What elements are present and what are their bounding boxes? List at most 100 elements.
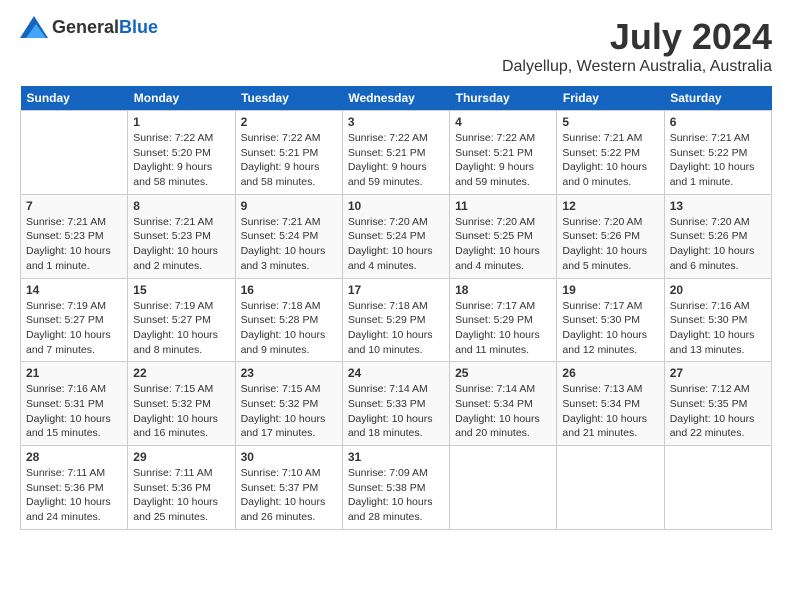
day-number: 14 — [26, 283, 122, 297]
day-info: Sunrise: 7:21 AM Sunset: 5:22 PM Dayligh… — [670, 131, 766, 190]
day-info: Sunrise: 7:11 AM Sunset: 5:36 PM Dayligh… — [133, 466, 229, 525]
day-info: Sunrise: 7:17 AM Sunset: 5:30 PM Dayligh… — [562, 299, 658, 358]
day-info: Sunrise: 7:13 AM Sunset: 5:34 PM Dayligh… — [562, 382, 658, 441]
calendar-cell: 30Sunrise: 7:10 AM Sunset: 5:37 PM Dayli… — [235, 446, 342, 530]
calendar-cell: 5 Sunrise: 7:21 AM Sunset: 5:22 PM Daylig… — [557, 111, 664, 195]
calendar-table: SundayMondayTuesdayWednesdayThursdayFrid… — [20, 86, 772, 530]
day-number: 3 — [348, 115, 444, 129]
day-info: Sunrise: 7:12 AM Sunset: 5:35 PM Dayligh… — [670, 382, 766, 441]
day-info: Sunrise: 7:20 AM Sunset: 5:24 PM Dayligh… — [348, 215, 444, 274]
day-info: Sunrise: 7:17 AM Sunset: 5:29 PM Dayligh… — [455, 299, 551, 358]
day-number: 15 — [133, 283, 229, 297]
day-info: Sunrise: 7:15 AM Sunset: 5:32 PM Dayligh… — [241, 382, 337, 441]
calendar-cell: 15 Sunrise: 7:19 AM Sunset: 5:27 PM Dayli… — [128, 278, 235, 362]
day-number: 16 — [241, 283, 337, 297]
day-info: Sunrise: 7:20 AM Sunset: 5:25 PM Dayligh… — [455, 215, 551, 274]
day-info: Sunrise: 7:18 AM Sunset: 5:28 PM Dayligh… — [241, 299, 337, 358]
day-of-week-header: Friday — [557, 86, 664, 111]
day-info: Sunrise: 7:19 AM Sunset: 5:27 PM Dayligh… — [26, 299, 122, 358]
day-number: 1 — [133, 115, 229, 129]
calendar-cell: 18 Sunrise: 7:17 AM Sunset: 5:29 PM Dayli… — [450, 278, 557, 362]
calendar-cell: 14 Sunrise: 7:19 AM Sunset: 5:27 PM Dayli… — [21, 278, 128, 362]
day-number: 20 — [670, 283, 766, 297]
day-number: 5 — [562, 115, 658, 129]
calendar-cell: 20 Sunrise: 7:16 AM Sunset: 5:30 PM Dayli… — [664, 278, 771, 362]
day-info: Sunrise: 7:22 AM Sunset: 5:20 PM Dayligh… — [133, 131, 229, 190]
title-area: July 2024 Dalyellup, Western Australia, … — [502, 16, 772, 76]
calendar-cell: 24Sunrise: 7:14 AM Sunset: 5:33 PM Dayli… — [342, 362, 449, 446]
day-info: Sunrise: 7:11 AM Sunset: 5:36 PM Dayligh… — [26, 466, 122, 525]
day-number: 30 — [241, 450, 337, 464]
day-number: 12 — [562, 199, 658, 213]
day-number: 11 — [455, 199, 551, 213]
calendar-cell — [450, 446, 557, 530]
calendar-cell: 25Sunrise: 7:14 AM Sunset: 5:34 PM Dayli… — [450, 362, 557, 446]
day-info: Sunrise: 7:22 AM Sunset: 5:21 PM Dayligh… — [455, 131, 551, 190]
calendar-cell: 27Sunrise: 7:12 AM Sunset: 5:35 PM Dayli… — [664, 362, 771, 446]
day-number: 26 — [562, 366, 658, 380]
day-number: 17 — [348, 283, 444, 297]
calendar-cell: 26 Sunrise: 7:13 AM Sunset: 5:34 PM Dayli… — [557, 362, 664, 446]
calendar-cell: 22 Sunrise: 7:15 AM Sunset: 5:32 PM Dayli… — [128, 362, 235, 446]
calendar-cell: 2Sunrise: 7:22 AM Sunset: 5:21 PM Daylig… — [235, 111, 342, 195]
calendar-week-row: 28 Sunrise: 7:11 AM Sunset: 5:36 PM Dayli… — [21, 446, 772, 530]
calendar-cell: 21 Sunrise: 7:16 AM Sunset: 5:31 PM Dayli… — [21, 362, 128, 446]
day-number: 4 — [455, 115, 551, 129]
day-number: 31 — [348, 450, 444, 464]
logo-blue: Blue — [119, 17, 158, 37]
calendar-cell: 28 Sunrise: 7:11 AM Sunset: 5:36 PM Dayli… — [21, 446, 128, 530]
day-number: 22 — [133, 366, 229, 380]
day-number: 29 — [133, 450, 229, 464]
day-of-week-header: Wednesday — [342, 86, 449, 111]
calendar-cell: 10 Sunrise: 7:20 AM Sunset: 5:24 PM Dayli… — [342, 194, 449, 278]
calendar-cell: 3 Sunrise: 7:22 AM Sunset: 5:21 PM Daylig… — [342, 111, 449, 195]
day-of-week-header: Thursday — [450, 86, 557, 111]
calendar-cell: 29 Sunrise: 7:11 AM Sunset: 5:36 PM Dayli… — [128, 446, 235, 530]
calendar-cell: 7Sunrise: 7:21 AM Sunset: 5:23 PM Daylig… — [21, 194, 128, 278]
day-number: 21 — [26, 366, 122, 380]
day-info: Sunrise: 7:20 AM Sunset: 5:26 PM Dayligh… — [562, 215, 658, 274]
logo-general: General — [52, 17, 119, 37]
day-number: 18 — [455, 283, 551, 297]
day-info: Sunrise: 7:22 AM Sunset: 5:21 PM Dayligh… — [241, 131, 337, 190]
day-number: 28 — [26, 450, 122, 464]
logo-text: GeneralBlue — [52, 17, 158, 38]
day-number: 6 — [670, 115, 766, 129]
day-info: Sunrise: 7:21 AM Sunset: 5:22 PM Dayligh… — [562, 131, 658, 190]
calendar-week-row: 7 Sunrise: 7:21 AM Sunset: 5:23 PM Daylig… — [21, 194, 772, 278]
main-title: July 2024 — [502, 16, 772, 58]
day-of-week-header: Saturday — [664, 86, 771, 111]
day-info: Sunrise: 7:19 AM Sunset: 5:27 PM Dayligh… — [133, 299, 229, 358]
day-number: 24 — [348, 366, 444, 380]
calendar-cell: 31Sunrise: 7:09 AM Sunset: 5:38 PM Dayli… — [342, 446, 449, 530]
day-number: 9 — [241, 199, 337, 213]
calendar-week-row: 1 Sunrise: 7:22 AM Sunset: 5:20 PM Daylig… — [21, 111, 772, 195]
calendar-cell: 6 Sunrise: 7:21 AM Sunset: 5:22 PM Daylig… — [664, 111, 771, 195]
calendar-cell: 12 Sunrise: 7:20 AM Sunset: 5:26 PM Dayli… — [557, 194, 664, 278]
day-number: 19 — [562, 283, 658, 297]
day-number: 10 — [348, 199, 444, 213]
day-info: Sunrise: 7:16 AM Sunset: 5:30 PM Dayligh… — [670, 299, 766, 358]
calendar-cell: 23Sunrise: 7:15 AM Sunset: 5:32 PM Dayli… — [235, 362, 342, 446]
calendar-cell: 17 Sunrise: 7:18 AM Sunset: 5:29 PM Dayli… — [342, 278, 449, 362]
calendar-cell: 16 Sunrise: 7:18 AM Sunset: 5:28 PM Dayli… — [235, 278, 342, 362]
day-info: Sunrise: 7:21 AM Sunset: 5:23 PM Dayligh… — [133, 215, 229, 274]
day-info: Sunrise: 7:15 AM Sunset: 5:32 PM Dayligh… — [133, 382, 229, 441]
day-of-week-header: Sunday — [21, 86, 128, 111]
calendar-cell: 8 Sunrise: 7:21 AM Sunset: 5:23 PM Daylig… — [128, 194, 235, 278]
subtitle: Dalyellup, Western Australia, Australia — [502, 58, 772, 76]
day-number: 8 — [133, 199, 229, 213]
day-info: Sunrise: 7:20 AM Sunset: 5:26 PM Dayligh… — [670, 215, 766, 274]
calendar-cell: 4 Sunrise: 7:22 AM Sunset: 5:21 PM Daylig… — [450, 111, 557, 195]
logo-icon — [20, 16, 48, 38]
calendar-cell: 11 Sunrise: 7:20 AM Sunset: 5:25 PM Dayli… — [450, 194, 557, 278]
day-number: 13 — [670, 199, 766, 213]
day-of-week-header: Tuesday — [235, 86, 342, 111]
day-of-week-header: Monday — [128, 86, 235, 111]
day-info: Sunrise: 7:18 AM Sunset: 5:29 PM Dayligh… — [348, 299, 444, 358]
day-number: 25 — [455, 366, 551, 380]
day-info: Sunrise: 7:22 AM Sunset: 5:21 PM Dayligh… — [348, 131, 444, 190]
day-info: Sunrise: 7:16 AM Sunset: 5:31 PM Dayligh… — [26, 382, 122, 441]
day-number: 7 — [26, 199, 122, 213]
calendar-cell: 13 Sunrise: 7:20 AM Sunset: 5:26 PM Dayli… — [664, 194, 771, 278]
